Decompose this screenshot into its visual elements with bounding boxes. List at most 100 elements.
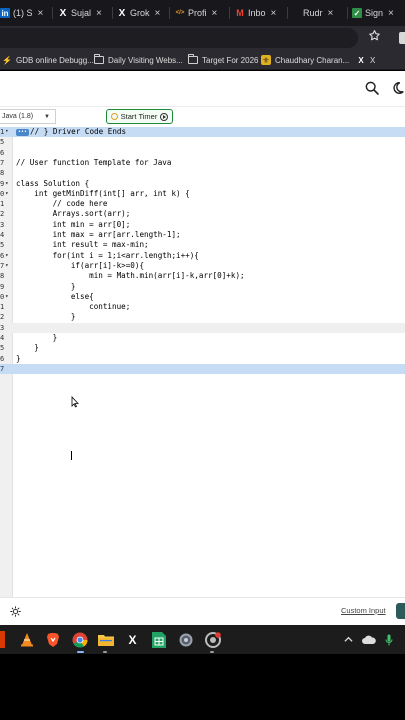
bookmark-target-2026[interactable]: Target For 2026	[188, 53, 258, 67]
tab-sign[interactable]: ✓ Sign ×	[352, 0, 405, 26]
fold-toggle-icon[interactable]: ▾	[5, 189, 9, 199]
x-icon[interactable]: X	[124, 631, 141, 648]
code-text: }	[16, 312, 76, 322]
code-line[interactable]: 5 }	[0, 343, 405, 353]
fold-toggle-icon[interactable]: ▾	[5, 292, 9, 302]
profile-edge[interactable]	[399, 32, 405, 44]
cloud-icon[interactable]	[362, 635, 376, 645]
tab-label: Grok	[130, 8, 150, 18]
tab-separator	[347, 7, 348, 19]
close-icon[interactable]: ×	[388, 8, 394, 19]
code-line[interactable]: 8	[0, 168, 405, 178]
compile-button[interactable]	[396, 603, 405, 619]
start-timer-button[interactable]: Start Timer	[106, 109, 173, 124]
dark-mode-icon[interactable]	[391, 81, 405, 95]
line-number: 6	[0, 354, 5, 363]
code-line[interactable]: 0 ▾ else{	[0, 292, 405, 302]
code-line[interactable]: 4 }	[0, 333, 405, 343]
close-icon[interactable]: ×	[155, 8, 161, 19]
fold-toggle-icon[interactable]: ▾	[5, 251, 9, 261]
start-timer-label: Start Timer	[120, 112, 158, 121]
code-text: // code here	[16, 199, 108, 209]
line-number: 5	[0, 241, 5, 250]
code-line[interactable]: 3	[0, 322, 405, 333]
mouse-cursor-icon	[71, 396, 79, 408]
line-number: 5	[0, 344, 5, 353]
code-line[interactable]: 4 int max = arr[arr.length-1];	[0, 230, 405, 240]
code-line[interactable]: 6	[0, 148, 405, 158]
language-select[interactable]: Java (1.8) ▼	[0, 109, 56, 124]
tab-label: Sujal	[71, 8, 92, 18]
chevron-up-icon[interactable]	[344, 635, 353, 644]
code-line[interactable]: 6}	[0, 354, 405, 364]
fold-toggle-icon[interactable]: ▾	[5, 179, 9, 189]
close-icon[interactable]: ×	[271, 8, 277, 19]
code-line[interactable]: 7	[0, 363, 405, 375]
code-line[interactable]: 6 ▾ for(int i = 1;i<arr.length;i++){	[0, 251, 405, 261]
bookmark-x[interactable]: X X	[356, 53, 375, 67]
sheets-icon[interactable]	[150, 631, 167, 648]
line-number: 3	[0, 323, 5, 332]
url-input[interactable]	[0, 28, 358, 48]
settings-icon[interactable]	[177, 631, 194, 648]
code-line[interactable]: 3 int min = arr[0];	[0, 220, 405, 230]
sun-icon[interactable]	[10, 606, 21, 617]
code-line[interactable]: 2 }	[0, 312, 405, 322]
ccs-icon: ⚜	[261, 55, 271, 65]
bookmark-chaudhary[interactable]: ⚜ Chaudhary Charan...	[261, 53, 349, 67]
line-number: 7	[0, 158, 5, 167]
close-icon[interactable]: ×	[38, 8, 44, 19]
mic-icon[interactable]	[385, 634, 393, 646]
code-line[interactable]: 7 ▾ if(arr[i]-k>=0){	[0, 261, 405, 271]
code-line[interactable]: 0 ▾ int getMinDiff(int[] arr, int k) {	[0, 189, 405, 199]
code-editor[interactable]: 1 • •••// } Driver Code Ends 5 6 7// User fun…	[0, 127, 405, 597]
brave-icon[interactable]	[44, 631, 61, 648]
fold-toggle-icon[interactable]: •	[5, 127, 9, 137]
tab-label: Profi	[188, 8, 207, 18]
code-line[interactable]: 5	[0, 137, 405, 147]
code-line[interactable]: 5 int result = max-min;	[0, 240, 405, 250]
line-number: 2	[0, 210, 5, 219]
tab-rudr[interactable]: Rudr ×	[303, 0, 343, 26]
bookmark-gdb[interactable]: ⚡ GDB online Debugg...	[2, 53, 94, 67]
tab-linkedin[interactable]: in (1) S ×	[0, 0, 44, 26]
language-value: Java (1.8)	[2, 113, 34, 120]
folded-code-badge[interactable]: •••	[16, 128, 30, 136]
code-line[interactable]: 1 • •••// } Driver Code Ends	[0, 127, 405, 138]
editor-toolbar: Java (1.8) ▼ Start Timer	[0, 107, 405, 127]
close-icon[interactable]: ×	[212, 8, 218, 19]
close-icon[interactable]: ×	[328, 8, 334, 19]
chrome-beta-icon[interactable]	[204, 631, 221, 648]
active-indicator	[77, 651, 84, 653]
code-line[interactable]: 1 continue;	[0, 302, 405, 312]
close-icon[interactable]: ×	[96, 8, 102, 19]
custom-input-link[interactable]: Custom Input	[341, 606, 386, 615]
bookmark-label: Chaudhary Charan...	[275, 55, 350, 65]
code-line[interactable]: 1 // code here	[0, 199, 405, 209]
tab-profile[interactable]: </> Profi ×	[175, 0, 223, 26]
code-line[interactable]: 7 // User function Template for Java	[0, 158, 405, 168]
tab-grok[interactable]: X Grok ×	[117, 0, 163, 26]
gmail-icon: M	[236, 8, 244, 18]
tab-x-sujal[interactable]: X Sujal ×	[58, 0, 106, 26]
office-icon[interactable]	[0, 631, 5, 648]
search-icon[interactable]	[364, 80, 380, 96]
code-line[interactable]: 8 min = Math.min(arr[i]-k,arr[0]+k);	[0, 271, 405, 281]
files-icon[interactable]	[97, 631, 114, 648]
vlc-icon[interactable]	[18, 631, 35, 648]
code-line[interactable]: 2 Arrays.sort(arr);	[0, 209, 405, 219]
chrome-icon[interactable]	[71, 631, 88, 648]
code-text: }	[16, 281, 76, 291]
linkedin-icon: in	[0, 8, 10, 18]
tab-separator	[169, 7, 170, 19]
star-icon[interactable]	[368, 29, 381, 42]
line-number: 8	[0, 169, 5, 178]
fold-toggle-icon[interactable]: ▾	[5, 261, 9, 271]
timer-icon	[110, 113, 118, 120]
tab-gmail[interactable]: M Inbo ×	[235, 0, 281, 26]
bookmark-daily-visiting[interactable]: Daily Visiting Webs...	[94, 53, 183, 67]
code-line[interactable]: 9 ▾ class Solution {	[0, 179, 405, 189]
code-text: }	[16, 333, 58, 342]
code-line[interactable]: 9 }	[0, 282, 405, 292]
